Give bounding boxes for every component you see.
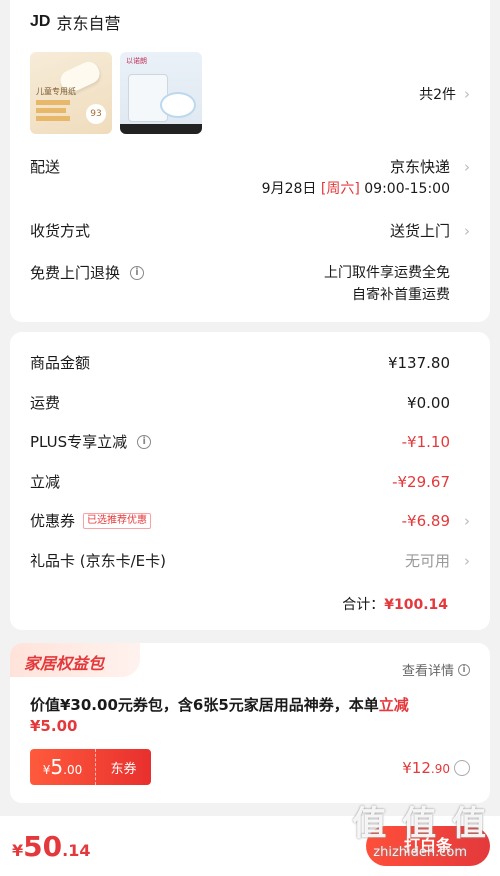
benefit-desc-prefix: 价值¥30.00元券包，含6张5元家居用品神券，本单	[30, 696, 379, 714]
delivery-row[interactable]: 配送 京东快递 ›	[30, 156, 470, 177]
coupon-amount: 5	[50, 755, 64, 779]
info-icon[interactable]: i	[137, 434, 152, 449]
receive-row[interactable]: 收货方式 送货上门 ›	[30, 220, 470, 241]
coupon-type: 东券	[110, 761, 137, 777]
chevron-right-icon: ›	[464, 551, 470, 570]
product-thumb-2[interactable]: 以诺朗	[120, 52, 202, 134]
coupon-decimal: .00	[63, 763, 83, 777]
benefit-card: 家居权益包 查看详情 i 价值¥30.00元券包，含6张5元家居用品神券，本单立…	[10, 643, 490, 803]
thumb2-strip	[120, 124, 202, 134]
checkout-total: ¥50.14	[12, 830, 90, 863]
total-value: ¥100.14	[384, 597, 448, 613]
goods-value: ¥137.80	[387, 353, 450, 372]
jd-logo: JD	[30, 13, 51, 30]
thumb1-text: 儿童专用纸	[36, 87, 76, 96]
total-label: 合计：	[342, 597, 385, 613]
return-line-2: 自寄补首重运费	[352, 287, 450, 303]
return-line-1: 上门取件享运费全免	[324, 265, 450, 281]
delivery-hours: 09:00-15:00	[364, 181, 450, 197]
price-card: 商品金额 ¥137.80 运费 ¥0.00 PLUS专享立减 i -¥1.10 …	[10, 332, 490, 630]
shipping-label: 运费	[30, 394, 61, 412]
coupon-label: 优惠券	[30, 512, 76, 530]
benefit-price: ¥12.90	[402, 758, 450, 777]
benefit-coupon[interactable]: ¥5.00 东券	[30, 749, 151, 785]
benefit-detail-link[interactable]: 查看详情 i	[402, 660, 470, 679]
discount-label: 立减	[30, 473, 61, 491]
total-row: 合计：¥100.14	[342, 594, 448, 614]
store-header[interactable]: JD 京东自营	[30, 10, 120, 34]
shipping-value: ¥0.00	[407, 393, 450, 412]
checkout-amount: 50	[23, 830, 63, 863]
return-label: 免费上门退换	[30, 264, 121, 282]
giftcard-label: 礼品卡 (京东卡/E卡)	[30, 552, 167, 570]
plus-value: -¥1.10	[401, 432, 450, 451]
coupon-row[interactable]: 优惠券 已选推荐优惠 -¥6.89 ›	[30, 510, 470, 531]
chevron-right-icon: ›	[464, 157, 470, 176]
info-icon[interactable]: i	[130, 265, 145, 280]
discount-row: 立减 -¥29.67	[30, 471, 470, 492]
chevron-right-icon: ›	[464, 511, 470, 530]
benefit-title: 家居权益包	[24, 654, 105, 673]
pay-button[interactable]: 打白条	[366, 826, 490, 866]
item-count-label: 共2件	[419, 87, 456, 103]
delivery-weekday: [周六]	[320, 181, 360, 197]
giftcard-row[interactable]: 礼品卡 (京东卡/E卡) 无可用 ›	[30, 550, 470, 571]
coupon-value: -¥6.89	[401, 511, 450, 530]
coupon-tag: 已选推荐优惠	[83, 512, 152, 529]
receive-label: 收货方式	[30, 222, 91, 240]
thumb1-list	[36, 100, 76, 124]
thumb2-brand: 以诺朗	[126, 57, 147, 65]
receive-value: 送货上门	[389, 222, 450, 240]
shipping-row: 运费 ¥0.00	[30, 392, 470, 413]
plus-row: PLUS专享立减 i -¥1.10	[30, 431, 470, 452]
delivery-label: 配送	[30, 158, 61, 176]
benefit-desc-highlight: 立减	[378, 696, 409, 714]
delivery-method: 京东快递	[389, 158, 450, 176]
delivery-time[interactable]: 9月28日 [周六] 09:00-15:00	[262, 178, 450, 198]
checkout-decimal: .14	[62, 841, 91, 860]
delivery-date: 9月28日	[261, 181, 317, 197]
store-card: JD 京东自营 儿童专用纸 93 以诺朗 共2件 › 配送 京东快递 › 9月2…	[10, 0, 490, 322]
plus-label: PLUS专享立减	[30, 433, 128, 451]
item-count[interactable]: 共2件 ›	[419, 84, 470, 104]
product-thumb-1[interactable]: 儿童专用纸 93	[30, 52, 112, 134]
info-icon: i	[458, 663, 470, 676]
benefit-price-dec: .90	[430, 762, 450, 776]
chevron-right-icon: ›	[464, 221, 470, 240]
pay-label: 打白条	[403, 836, 452, 855]
checkout-bar: ¥50.14 打白条 值 值 值 zhizhideh.com	[0, 804, 500, 876]
goods-label: 商品金额	[30, 354, 91, 372]
goods-row: 商品金额 ¥137.80	[30, 352, 470, 373]
chevron-right-icon: ›	[464, 85, 470, 103]
benefit-price-int: ¥12	[402, 759, 431, 777]
benefit-desc-amount: ¥5.00	[30, 717, 78, 735]
store-name: 京东自营	[56, 14, 121, 33]
discount-value: -¥29.67	[392, 472, 450, 491]
benefit-desc: 价值¥30.00元券包，含6张5元家居用品神券，本单立减 ¥5.00	[30, 695, 470, 737]
benefit-detail-label: 查看详情	[401, 664, 454, 679]
thumb1-badge: 93	[86, 104, 106, 124]
tissue-disc-icon	[160, 92, 196, 118]
giftcard-value: 无可用	[404, 552, 450, 570]
checkout-currency: ¥	[12, 841, 24, 860]
return-desc: 上门取件享运费全免 自寄补首重运费	[324, 262, 450, 306]
benefit-title-tag: 家居权益包	[10, 643, 140, 677]
benefit-radio[interactable]	[454, 760, 470, 776]
